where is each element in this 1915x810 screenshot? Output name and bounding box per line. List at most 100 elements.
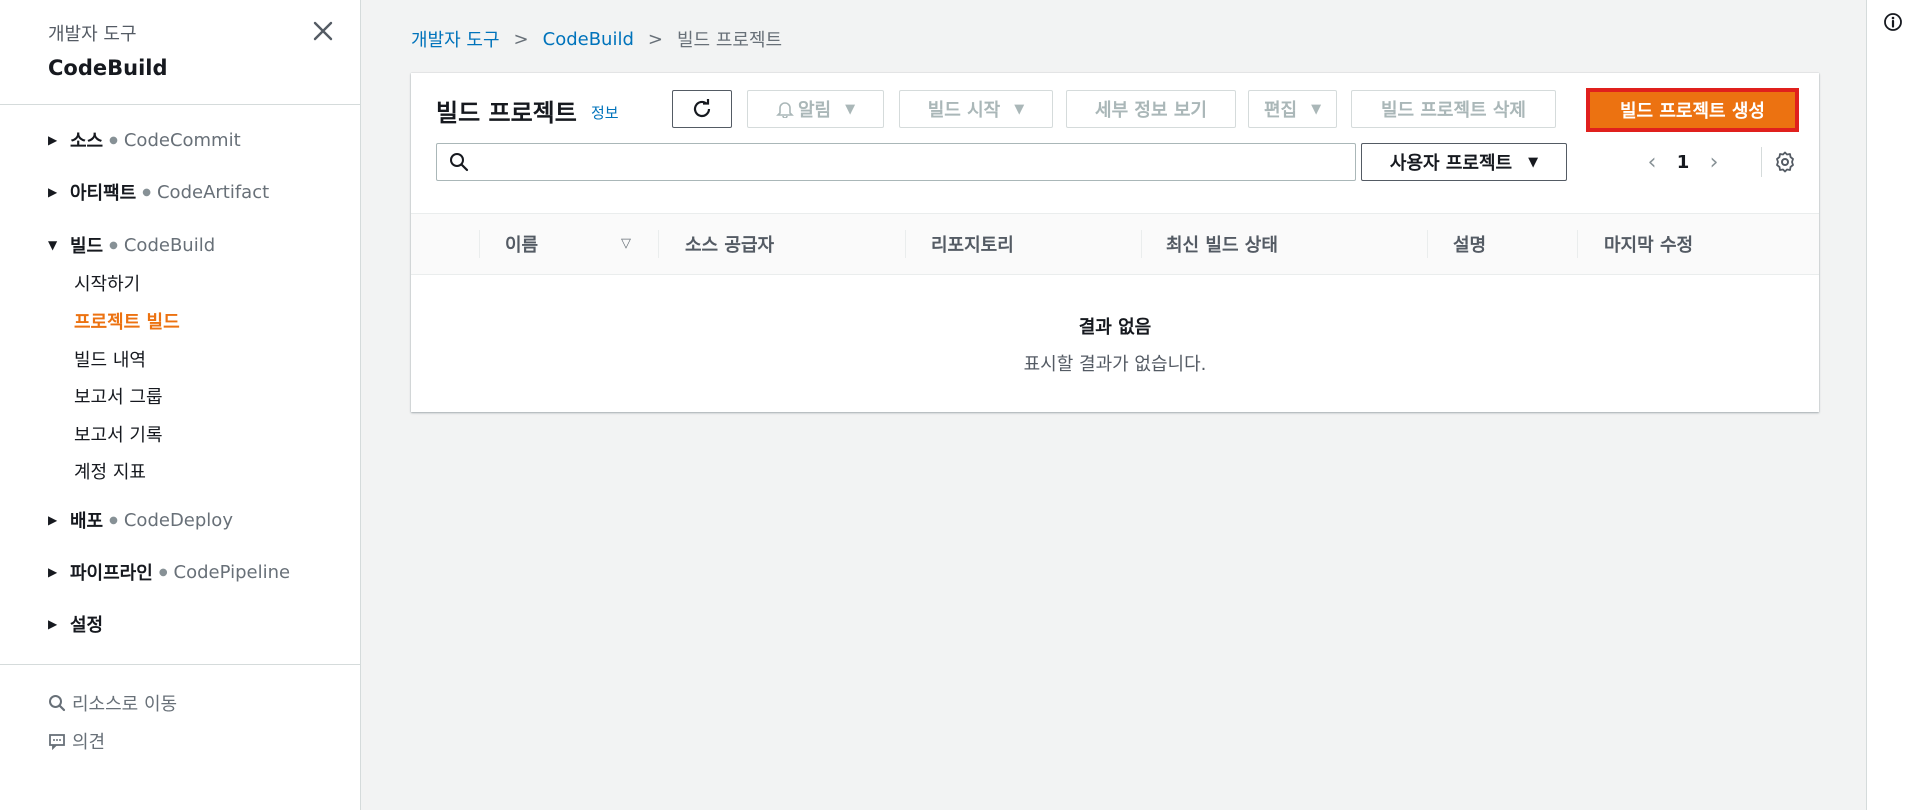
caret-right-icon: ▶ <box>48 133 58 147</box>
nav-link-report-history[interactable]: 보고서 기록 <box>74 421 163 447</box>
tools-rail <box>1866 0 1915 810</box>
caret-down-icon: ▼ <box>1014 101 1025 117</box>
chevron-right-icon: > <box>647 28 663 50</box>
breadcrumb-developer-tools[interactable]: 개발자 도구 <box>411 26 500 52</box>
view-details-label: 세부 정보 보기 <box>1095 100 1207 121</box>
caret-down-icon: ▼ <box>48 238 58 252</box>
table-header: 이름 ▽ 소스 공급자 리포지토리 최신 빌드 상태 설명 마지막 수정 <box>411 213 1819 275</box>
search-icon <box>49 695 66 712</box>
section-service: CodeDeploy <box>123 509 233 531</box>
column-divider <box>1141 230 1142 258</box>
caret-right-icon: ▶ <box>48 617 58 631</box>
caret-down-icon: ▼ <box>1528 154 1539 170</box>
nav-section-deploy[interactable]: ▶ 배포 ● CodeDeploy <box>48 507 233 533</box>
nav-divider <box>0 104 361 105</box>
caret-down-icon: ▼ <box>1311 101 1322 117</box>
delete-project-button[interactable]: 빌드 프로젝트 삭제 <box>1351 90 1556 128</box>
breadcrumb: 개발자 도구 > CodeBuild > 빌드 프로젝트 <box>411 26 782 52</box>
feedback-link[interactable]: 의견 <box>48 728 105 754</box>
create-project-label: 빌드 프로젝트 생성 <box>1619 101 1765 122</box>
caret-right-icon: ▶ <box>48 185 58 199</box>
chevron-left-icon[interactable]: ‹ <box>1641 150 1663 175</box>
chevron-right-icon[interactable]: › <box>1703 150 1725 175</box>
bullet-dot: ● <box>109 514 118 526</box>
column-divider <box>1577 230 1578 258</box>
refresh-button[interactable] <box>672 90 732 128</box>
nav-section-settings[interactable]: ▶ 설정 <box>48 611 103 637</box>
edit-label: 편집 <box>1263 100 1298 121</box>
column-header-source-provider[interactable]: 소스 공급자 <box>685 214 774 274</box>
project-filter-select[interactable]: 사용자 프로젝트 ▼ <box>1361 143 1567 181</box>
feedback-icon <box>49 734 65 750</box>
nav-section-source[interactable]: ▶ 소스 ● CodeCommit <box>48 127 241 153</box>
view-details-button[interactable]: 세부 정보 보기 <box>1066 90 1236 128</box>
nav-link-build-history[interactable]: 빌드 내역 <box>74 346 146 372</box>
section-name: 파이프라인 <box>70 563 153 584</box>
refresh-icon <box>693 99 711 118</box>
feedback-label: 의견 <box>72 732 106 753</box>
build-projects-panel: 빌드 프로젝트 정보 알림 ▼ 빌드 시작 ▼ 세부 정보 보기 편집 ▼ 빌드… <box>411 73 1819 412</box>
project-filter-value: 사용자 프로젝트 <box>1389 153 1513 174</box>
close-icon[interactable] <box>312 20 334 42</box>
bell-icon <box>776 102 794 118</box>
column-header-name[interactable]: 이름 <box>505 214 538 274</box>
column-header-description[interactable]: 설명 <box>1453 214 1486 274</box>
section-name: 설정 <box>70 615 104 636</box>
column-divider <box>905 230 906 258</box>
chevron-right-icon: > <box>513 28 529 50</box>
pagination: ‹ 1 › <box>1641 143 1725 181</box>
nav-header: 개발자 도구 CodeBuild <box>48 20 168 80</box>
info-icon[interactable] <box>1883 12 1903 32</box>
column-header-last-modified[interactable]: 마지막 수정 <box>1604 214 1693 274</box>
panel-title: 빌드 프로젝트 <box>436 99 577 127</box>
nav-section-artifacts[interactable]: ▶ 아티팩트 ● CodeArtifact <box>48 179 269 205</box>
column-divider <box>479 230 480 258</box>
nav-link-report-groups[interactable]: 보고서 그룹 <box>74 383 163 409</box>
nav-section-build[interactable]: ▼ 빌드 ● CodeBuild <box>48 232 215 258</box>
goto-resource-label: 리소스로 이동 <box>72 694 178 715</box>
start-build-button[interactable]: 빌드 시작 ▼ <box>899 90 1053 128</box>
column-header-latest-build-status[interactable]: 최신 빌드 상태 <box>1166 214 1278 274</box>
bullet-dot: ● <box>109 239 118 251</box>
edit-button[interactable]: 편집 ▼ <box>1248 90 1337 128</box>
pager-divider <box>1761 147 1762 177</box>
empty-state-title: 결과 없음 <box>1078 317 1152 338</box>
nav-link-account-metrics[interactable]: 계정 지표 <box>74 458 146 484</box>
sort-descending-icon[interactable]: ▽ <box>621 236 631 251</box>
section-name: 아티팩트 <box>70 183 137 204</box>
column-header-repository[interactable]: 리포지토리 <box>931 214 1014 274</box>
info-link[interactable]: 정보 <box>591 102 619 123</box>
section-service: CodePipeline <box>173 561 291 583</box>
search-box <box>436 143 1356 181</box>
nav-section-pipeline[interactable]: ▶ 파이프라인 ● CodePipeline <box>48 559 290 585</box>
column-divider <box>658 230 659 258</box>
page-number[interactable]: 1 <box>1663 152 1703 173</box>
section-service: CodeCommit <box>123 129 241 151</box>
nav-link-build-projects[interactable]: 프로젝트 빌드 <box>74 308 180 334</box>
create-project-button[interactable]: 빌드 프로젝트 생성 <box>1586 88 1799 132</box>
section-name: 소스 <box>70 131 104 152</box>
caret-right-icon: ▶ <box>48 513 58 527</box>
gear-icon[interactable] <box>1774 151 1796 173</box>
search-icon <box>450 153 469 172</box>
bullet-dot: ● <box>158 566 168 578</box>
start-build-label: 빌드 시작 <box>927 100 1001 121</box>
nav-link-getting-started[interactable]: 시작하기 <box>74 270 140 296</box>
bullet-dot: ● <box>109 134 118 146</box>
nav-title[interactable]: CodeBuild <box>48 56 168 80</box>
section-service: CodeBuild <box>123 234 216 256</box>
section-name: 빌드 <box>70 236 104 257</box>
column-divider <box>1427 230 1428 258</box>
breadcrumb-build-projects: 빌드 프로젝트 <box>676 30 783 51</box>
breadcrumb-codebuild[interactable]: CodeBuild <box>543 29 634 50</box>
notify-button[interactable]: 알림 ▼ <box>747 90 884 128</box>
delete-project-label: 빌드 프로젝트 삭제 <box>1380 100 1526 121</box>
empty-state-message: 표시할 결과가 없습니다. <box>1023 354 1207 375</box>
goto-resource-link[interactable]: 리소스로 이동 <box>48 690 177 716</box>
section-name: 배포 <box>70 511 104 532</box>
nav-parent-link[interactable]: 개발자 도구 <box>48 20 168 46</box>
bullet-dot: ● <box>142 186 151 198</box>
search-input[interactable] <box>477 151 1355 173</box>
caret-right-icon: ▶ <box>48 565 58 579</box>
side-navigation: 개발자 도구 CodeBuild ▶ 소스 ● CodeCommit ▶ 아티팩… <box>0 0 361 810</box>
